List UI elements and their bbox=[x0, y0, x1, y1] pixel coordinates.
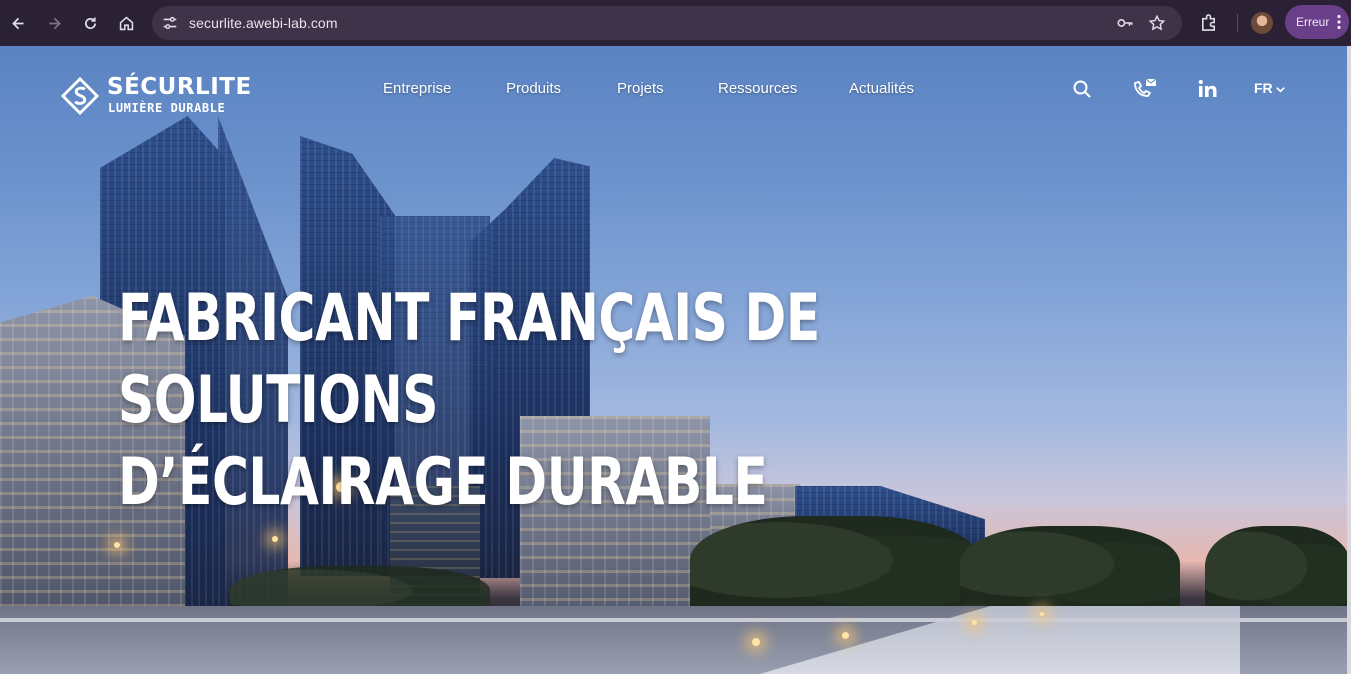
extensions-icon[interactable] bbox=[1199, 13, 1218, 32]
chevron-down-icon[interactable] bbox=[1275, 84, 1286, 95]
reload-icon[interactable] bbox=[76, 9, 104, 37]
site-logo[interactable]: SÉCURLITE LUMIÈRE DURABLE bbox=[61, 74, 251, 118]
address-bar[interactable]: securlite.awebi-lab.com bbox=[152, 6, 1182, 40]
logo-name: SÉCURLITE bbox=[107, 74, 252, 100]
nav-entreprise[interactable]: Entreprise bbox=[383, 80, 451, 97]
site-info-icon[interactable] bbox=[161, 14, 179, 32]
error-button[interactable]: Erreur bbox=[1285, 5, 1349, 39]
back-icon[interactable] bbox=[4, 9, 32, 37]
nav-produits[interactable]: Produits bbox=[506, 80, 561, 97]
logo-mark-icon bbox=[61, 77, 99, 115]
page-scrollbar[interactable] bbox=[1347, 46, 1351, 674]
browser-toolbar: securlite.awebi-lab.com Erreur bbox=[0, 0, 1351, 46]
forward-icon[interactable] bbox=[40, 9, 68, 37]
toolbar-separator bbox=[1237, 14, 1238, 32]
hero-title: FABRICANT FRANÇAIS DE SOLUTIONS D’ÉCLAIR… bbox=[118, 278, 1098, 524]
nav-projets[interactable]: Projets bbox=[617, 80, 664, 97]
language-selector[interactable]: FR bbox=[1254, 80, 1273, 96]
url-text[interactable]: securlite.awebi-lab.com bbox=[189, 15, 338, 31]
logo-tagline: LUMIÈRE DURABLE bbox=[108, 101, 226, 115]
nav-ressources[interactable]: Ressources bbox=[718, 80, 797, 97]
page-viewport: SÉCURLITE LUMIÈRE DURABLE Entreprise Pro… bbox=[0, 46, 1351, 674]
search-icon[interactable] bbox=[1071, 78, 1093, 100]
hero-title-line-1: FABRICANT FRANÇAIS DE SOLUTIONS bbox=[118, 281, 820, 438]
bookmark-star-icon[interactable] bbox=[1148, 14, 1166, 32]
password-key-icon[interactable] bbox=[1116, 14, 1134, 32]
error-label: Erreur bbox=[1296, 15, 1330, 29]
phone-mail-icon[interactable] bbox=[1131, 78, 1157, 100]
nav-actualites[interactable]: Actualités bbox=[849, 80, 914, 97]
home-icon[interactable] bbox=[112, 9, 140, 37]
profile-avatar[interactable] bbox=[1251, 12, 1273, 34]
hero-title-line-2: D’ÉCLAIRAGE DURABLE bbox=[118, 445, 768, 520]
menu-dots-icon[interactable] bbox=[1337, 14, 1341, 30]
linkedin-icon[interactable] bbox=[1197, 78, 1219, 100]
